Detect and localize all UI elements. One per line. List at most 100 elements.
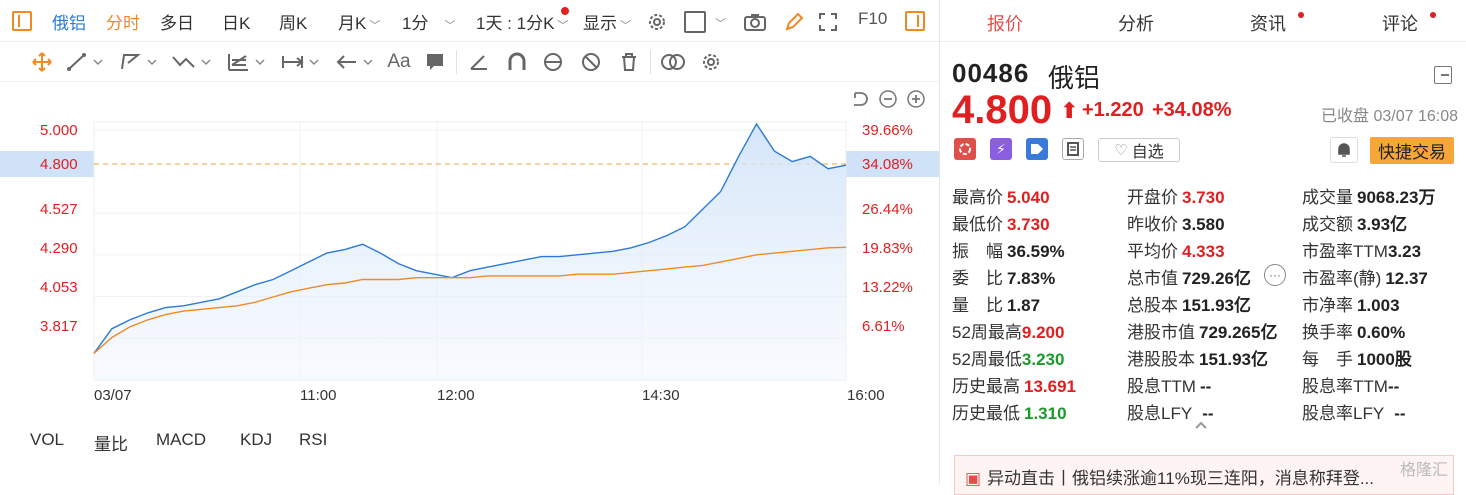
stat-label: 港股股本: [1127, 350, 1195, 369]
side-panel-toggle-icon[interactable]: [905, 11, 925, 31]
camera-icon[interactable]: [742, 10, 768, 34]
polyline-icon[interactable]: [118, 50, 162, 74]
chart-panel: 俄铝 分时 多日 日K 周K 月K ﹀ 1分 ﹀ 1天 : 1分K ﹀ 显示 ﹀ ﹀ F…: [0, 0, 940, 484]
heart-icon: ♡: [1114, 142, 1128, 159]
chevron-down-icon: ﹀: [557, 20, 569, 32]
checkbox-icon[interactable]: [684, 11, 706, 33]
x-tick-label: 16:00: [847, 387, 885, 404]
settings-gear-icon[interactable]: [645, 10, 669, 34]
display-select[interactable]: 显示 ﹀: [583, 9, 631, 34]
angle-icon[interactable]: [466, 50, 492, 74]
stat-hk-market-cap: 港股市值 729.265亿: [1127, 318, 1277, 343]
stat-label: 成交额: [1302, 215, 1353, 234]
measure-icon[interactable]: [280, 50, 324, 74]
panel-toggle-icon[interactable]: [12, 11, 32, 31]
chevron-down-icon: ﹀: [620, 20, 631, 32]
tab-analysis[interactable]: 分析: [1118, 10, 1154, 36]
stat-dividend-yield-ttm: 股息率TTM--: [1302, 372, 1399, 397]
collapse-chevron-up-icon[interactable]: [1192, 418, 1210, 432]
indicator-rsi[interactable]: RSI: [299, 430, 327, 450]
price-area: [94, 124, 846, 380]
display-select-label: 显示: [583, 14, 617, 33]
stat-value: 3.93亿: [1357, 215, 1408, 234]
fullscreen-icon[interactable]: [816, 10, 840, 34]
fibonacci-icon[interactable]: [226, 50, 270, 74]
indicator-macd[interactable]: MACD: [156, 430, 206, 450]
compare-icon[interactable]: [658, 50, 688, 74]
period-select[interactable]: 1天 : 1分K ﹀: [476, 9, 568, 34]
note-icon[interactable]: [1062, 138, 1084, 160]
lock-drawing-icon[interactable]: [540, 50, 566, 74]
hk-flag-icon: [954, 138, 976, 160]
stat-value: 5.040: [1007, 188, 1050, 207]
indicator-volume-ratio[interactable]: 量比: [94, 430, 128, 455]
f10-button[interactable]: F10: [858, 9, 887, 29]
drawing-settings-icon[interactable]: [698, 50, 724, 74]
stock-name-tab[interactable]: 俄铝: [52, 9, 86, 34]
tab-monthly-k[interactable]: 月K ﹀: [338, 9, 380, 34]
y-tick-label: 4.527: [40, 201, 78, 218]
quote-tabs: 报价 分析 资讯 评论: [940, 0, 1466, 42]
alert-bell-icon[interactable]: [1330, 137, 1358, 163]
stock-name: 俄铝: [1048, 63, 1101, 93]
tab-quote[interactable]: 报价: [987, 10, 1023, 36]
stat-52w-low: 52周最低3.230: [952, 345, 1064, 370]
intraday-chart[interactable]: 5.000 4.800 4.527 4.290 4.053 3.817 39.6…: [0, 82, 940, 412]
magnet-icon[interactable]: [504, 50, 530, 74]
indicator-vol[interactable]: VOL: [30, 430, 64, 450]
stat-all-time-low: 历史最低 1.310: [952, 399, 1067, 424]
add-watchlist-button[interactable]: ♡ 自选: [1098, 138, 1180, 162]
drawing-toolbar: Aa: [0, 42, 940, 82]
stat-label: 每 手: [1302, 350, 1353, 369]
stat-value: --: [1199, 377, 1212, 396]
stat-value: 4.333: [1182, 242, 1225, 261]
wave-icon[interactable]: [170, 50, 216, 74]
news-icon: ▣: [965, 469, 982, 488]
pct-tick-label: 13.22%: [862, 279, 913, 296]
tab-multi-day[interactable]: 多日: [160, 9, 194, 34]
stat-all-time-high: 历史最高 13.691: [952, 372, 1076, 397]
quick-trade-button[interactable]: 快捷交易: [1370, 137, 1454, 164]
pencil-icon[interactable]: [782, 10, 806, 34]
chevron-down-icon[interactable]: ﹀: [715, 15, 726, 31]
price-change-pct: +34.08%: [1152, 99, 1232, 121]
text-tool-icon[interactable]: Aa: [384, 50, 414, 74]
trend-line-icon[interactable]: [66, 50, 106, 74]
stat-label: 平均价: [1127, 242, 1178, 261]
stat-volume-ratio: 量 比 1.87: [952, 291, 1040, 316]
stat-label: 股息TTM: [1127, 377, 1196, 396]
tab-weekly-k[interactable]: 周K: [279, 9, 307, 34]
stat-value: 1.87: [1007, 296, 1041, 315]
indicator-kdj[interactable]: KDJ: [240, 430, 272, 450]
stat-amplitude: 振 幅 36.59%: [952, 237, 1065, 262]
arrow-tool-icon[interactable]: [334, 50, 378, 74]
more-icon[interactable]: ···: [1264, 264, 1286, 286]
add-watchlist-label: 自选: [1131, 144, 1164, 161]
chevron-down-icon: ﹀: [369, 20, 381, 32]
pct-tick-label: 39.66%: [862, 122, 913, 139]
tab-comments[interactable]: 评论: [1382, 10, 1418, 36]
news-banner[interactable]: ▣ 异动直击丨俄铝续涨逾11%现三连阳，消息称拜登...: [954, 455, 1454, 495]
stat-label: 量 比: [952, 296, 1003, 315]
tab-minute[interactable]: 1分 ﹀: [402, 9, 455, 34]
detail-panel-icon[interactable]: [1434, 66, 1452, 84]
tab-intraday[interactable]: 分时: [106, 9, 140, 34]
tab-news[interactable]: 资讯: [1250, 10, 1286, 36]
move-icon[interactable]: [30, 50, 54, 74]
stat-label: 总股本: [1127, 296, 1178, 315]
stat-open: 开盘价 3.730: [1127, 183, 1225, 208]
comments-new-dot: [1430, 12, 1436, 18]
x-tick-label: 12:00: [437, 387, 475, 404]
stock-code: 00486: [952, 58, 1030, 88]
hide-drawing-icon[interactable]: [578, 50, 604, 74]
pct-tick-label: 34.08%: [862, 156, 913, 173]
stat-turnover: 成交额 3.93亿: [1302, 210, 1407, 235]
stat-label: 最低价: [952, 215, 1003, 234]
tab-daily-k[interactable]: 日K: [222, 9, 250, 34]
stat-pe-static: 市盈率(静) 12.37: [1302, 264, 1428, 289]
stat-label: 股息LFY: [1127, 404, 1193, 423]
comment-icon[interactable]: [422, 50, 448, 74]
trash-icon[interactable]: [616, 50, 642, 74]
x-tick-label: 11:00: [300, 387, 337, 404]
stat-value: 3.580: [1182, 215, 1225, 234]
